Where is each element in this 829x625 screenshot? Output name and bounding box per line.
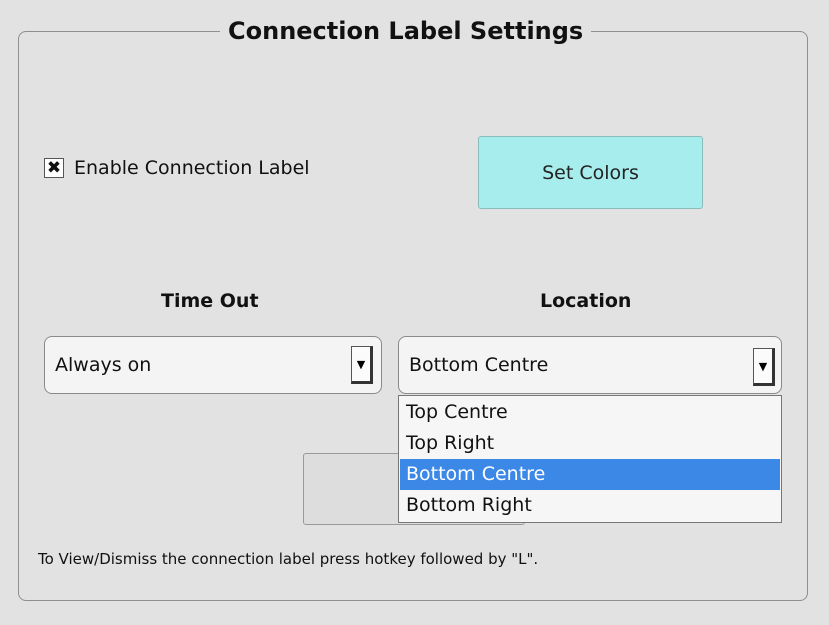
enable-connection-label-checkbox[interactable]: ✖ — [44, 158, 64, 178]
enable-connection-label-text: Enable Connection Label — [74, 157, 310, 179]
location-dropdown-list[interactable]: Top Centre Top Right Bottom Centre Botto… — [398, 395, 782, 523]
set-colors-label: Set Colors — [542, 161, 639, 184]
time-out-select[interactable]: Always on ▼ — [44, 336, 382, 394]
dropdown-arrow-icon[interactable]: ▼ — [753, 348, 775, 386]
location-option-bottom-right[interactable]: Bottom Right — [400, 490, 780, 521]
dropdown-arrow-icon[interactable]: ▼ — [351, 346, 373, 384]
time-out-label: Time Out — [161, 290, 259, 312]
enable-connection-label-row[interactable]: ✖ Enable Connection Label — [44, 157, 310, 179]
location-option-bottom-centre[interactable]: Bottom Centre — [400, 459, 780, 490]
panel-title: Connection Label Settings — [220, 14, 592, 48]
location-label: Location — [540, 290, 632, 312]
time-out-selected-value: Always on — [55, 354, 152, 376]
location-option-top-centre[interactable]: Top Centre — [400, 397, 780, 428]
location-selected-value: Bottom Centre — [409, 354, 549, 376]
hotkey-hint-text: To View/Dismiss the connection label pre… — [38, 550, 539, 568]
checkbox-check-icon: ✖ — [46, 157, 62, 178]
set-colors-button[interactable]: Set Colors — [478, 136, 703, 209]
location-select[interactable]: Bottom Centre ▼ — [398, 336, 782, 394]
location-option-top-right[interactable]: Top Right — [400, 428, 780, 459]
